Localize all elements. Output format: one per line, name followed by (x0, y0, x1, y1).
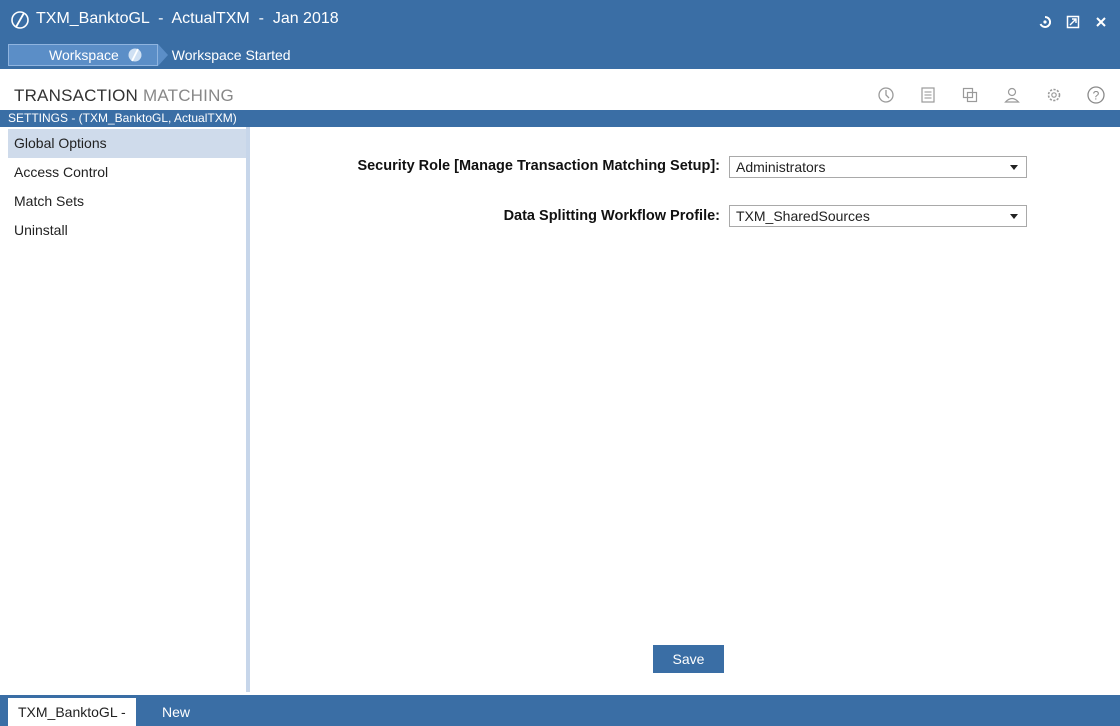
sidebar: Global Options Access Control Match Sets… (8, 129, 246, 692)
app-logo-icon (11, 11, 29, 29)
module-header: TRANSACTION MATCHING ? (0, 84, 1120, 110)
copy-icon[interactable] (958, 84, 982, 106)
breadcrumb: Workspace Workspace Started (8, 44, 291, 66)
settings-title: SETTINGS - (TXM_BanktoGL, ActualTXM) (8, 111, 237, 125)
module-title-part2: MATCHING (142, 86, 234, 105)
restore-icon[interactable] (1062, 12, 1084, 32)
module-title: TRANSACTION MATCHING (14, 86, 234, 106)
breadcrumb-status: Workspace Started (171, 47, 291, 63)
module-title-part1: TRANSACTION (14, 86, 139, 105)
help-icon[interactable]: ? (1084, 84, 1108, 106)
window-title: TXM_BanktoGL - ActualTXM - Jan 2018 (36, 10, 339, 27)
list-icon[interactable] (916, 84, 940, 106)
breadcrumb-workspace-label: Workspace (49, 47, 119, 63)
breadcrumb-separator (157, 44, 168, 66)
workflow-profile-value: TXM_SharedSources (736, 208, 870, 224)
sidebar-splitter[interactable] (246, 127, 250, 692)
workflow-profile-select[interactable]: TXM_SharedSources (729, 205, 1027, 227)
sidebar-item-access-control[interactable]: Access Control (8, 158, 246, 187)
workspace-logo-icon (128, 48, 142, 62)
close-icon[interactable] (1090, 12, 1112, 32)
tab-new[interactable]: New (152, 698, 200, 726)
tab-txm-banktogl[interactable]: TXM_BanktoGL - (8, 698, 136, 726)
user-icon[interactable] (1000, 84, 1024, 106)
gear-icon[interactable] (1042, 84, 1066, 106)
breadcrumb-workspace[interactable]: Workspace (8, 44, 158, 66)
refresh-icon[interactable] (1034, 12, 1056, 32)
security-role-label: Security Role [Manage Transaction Matchi… (357, 158, 720, 174)
workflow-profile-label: Data Splitting Workflow Profile: (503, 208, 720, 224)
chevron-down-icon (1010, 214, 1018, 219)
title-bar: TXM_BanktoGL - ActualTXM - Jan 2018 Work… (0, 0, 1120, 69)
sidebar-item-match-sets[interactable]: Match Sets (8, 187, 246, 216)
history-icon[interactable] (874, 84, 898, 106)
security-role-value: Administrators (736, 159, 826, 175)
bottom-tab-bar: TXM_BanktoGL - New (0, 695, 1120, 726)
settings-bar: SETTINGS - (TXM_BanktoGL, ActualTXM) (0, 110, 1120, 127)
sidebar-item-global-options[interactable]: Global Options (8, 129, 246, 158)
sidebar-item-uninstall[interactable]: Uninstall (8, 216, 246, 245)
save-button[interactable]: Save (653, 645, 724, 673)
module-toolbar: ? (874, 84, 1108, 106)
svg-text:?: ? (1093, 89, 1100, 103)
security-role-select[interactable]: Administrators (729, 156, 1027, 178)
chevron-down-icon (1010, 165, 1018, 170)
